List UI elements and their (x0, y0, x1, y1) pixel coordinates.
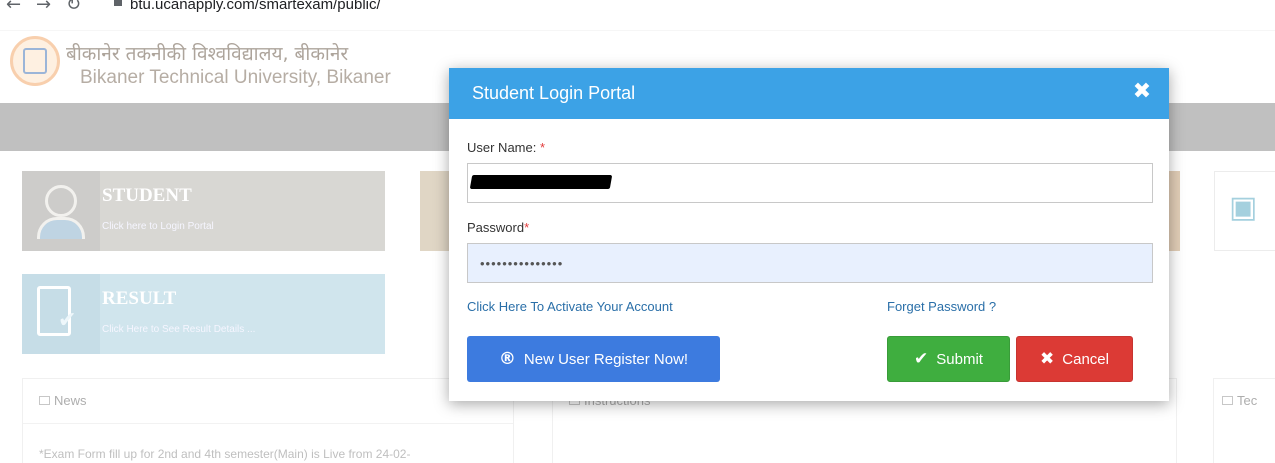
arrow-left-icon[interactable]: ← (6, 0, 21, 15)
forgot-password-link[interactable]: Forget Password ? (887, 299, 996, 314)
modal-header: Student Login Portal ✖ (449, 68, 1169, 119)
url-field[interactable]: btu.ucanapply.com/smartexam/public/ (130, 0, 381, 13)
registered-icon: ® (498, 349, 516, 369)
browser-address-bar: ← → ↻ btu.ucanapply.com/smartexam/public… (0, 0, 1275, 18)
redaction-mark (469, 175, 613, 189)
password-input[interactable] (467, 243, 1153, 283)
modal-title: Student Login Portal (472, 83, 636, 103)
register-button[interactable]: ® New User Register Now! (467, 336, 720, 382)
login-modal: Student Login Portal ✖ User Name: * Pass… (449, 68, 1169, 401)
username-label: User Name: * (467, 140, 546, 155)
password-label: Password* (467, 220, 530, 235)
lock-icon (114, 0, 122, 6)
close-icon: ✖ (1040, 349, 1055, 369)
check-icon: ✔ (914, 349, 929, 369)
arrow-right-icon[interactable]: → (36, 0, 51, 15)
submit-button[interactable]: ✔ Submit (887, 336, 1010, 382)
cancel-button[interactable]: ✖ Cancel (1016, 336, 1133, 382)
activate-account-link[interactable]: Click Here To Activate Your Account (467, 299, 673, 314)
reload-icon[interactable]: ↻ (66, 0, 81, 15)
close-icon[interactable]: ✖ (1130, 80, 1154, 104)
